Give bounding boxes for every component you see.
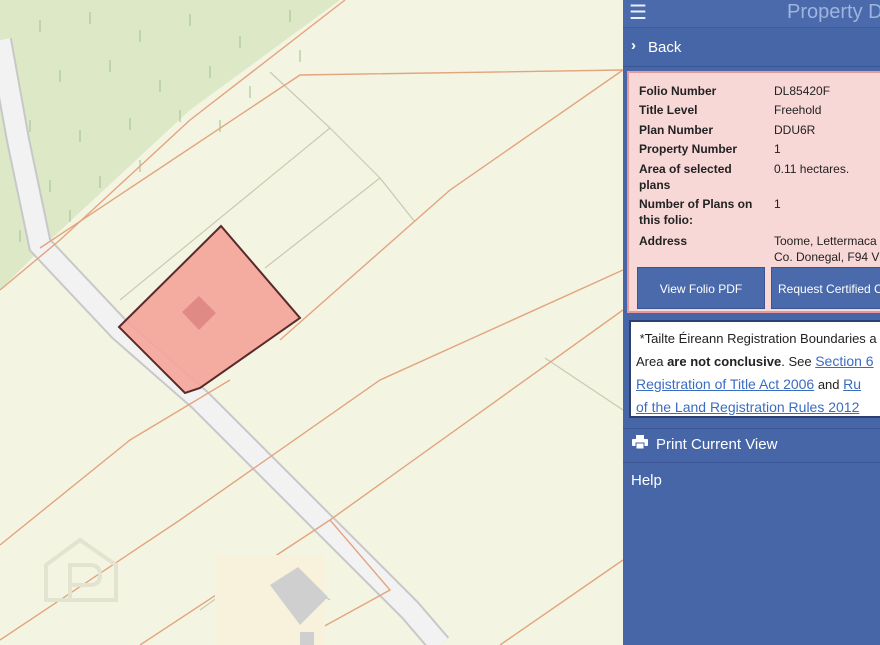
disclaimer-text: *Tailte Éireann Registration Boundaries … xyxy=(639,331,877,346)
plan-number-value: DDU6R xyxy=(774,123,816,137)
back-label: Back xyxy=(648,39,682,56)
map-canvas[interactable] xyxy=(0,0,623,645)
print-current-view-button[interactable]: Print Current View xyxy=(623,429,880,461)
plans-count-label: Number of Plans on this folio: xyxy=(639,197,753,227)
panel-header: ☰ Property D xyxy=(623,0,880,28)
folio-number-label: Folio Number xyxy=(639,84,717,98)
chevron-right-icon: › xyxy=(631,37,636,54)
property-number-label: Property Number xyxy=(639,142,738,156)
rules-link[interactable]: Ru xyxy=(843,376,861,392)
disclaimer-line-4: of the Land Registration Rules 2012 xyxy=(636,396,880,416)
disclaimer-line-3: Registration of Title Act 2006 and Ru xyxy=(636,373,880,396)
print-label: Print Current View xyxy=(656,436,778,453)
plans-count-value: 1 xyxy=(774,197,781,211)
disclaimer-line-1: *Tailte Éireann Registration Boundaries … xyxy=(636,328,880,350)
title-level-value: Freehold xyxy=(774,103,822,117)
building-small xyxy=(300,632,314,645)
section-link[interactable]: Section 6 xyxy=(815,353,873,369)
address-value: Toome, Lettermaca Co. Donegal, F94 V2 xyxy=(774,234,880,264)
disclaimer-line-2: Area are not conclusive. See Section 6 xyxy=(636,350,880,373)
request-certified-copy-button[interactable]: Request Certified C xyxy=(771,267,880,309)
plan-number-label: Plan Number xyxy=(639,123,714,137)
disclaimer-suffix: . See xyxy=(781,354,816,369)
disclaimer-prefix: Area xyxy=(636,354,668,369)
area-label: Area of selected plans xyxy=(639,162,732,192)
area-value: 0.11 hectares. xyxy=(774,162,850,176)
address-label: Address xyxy=(639,234,688,248)
help-link[interactable]: Help xyxy=(631,472,662,489)
property-panel: ☰ Property D › Back Folio Number DL85420… xyxy=(623,0,880,645)
title-level-label: Title Level xyxy=(639,103,698,117)
view-folio-pdf-button[interactable]: View Folio PDF xyxy=(637,267,765,309)
back-button[interactable]: › Back xyxy=(623,28,880,67)
disclaimer-middle: and xyxy=(814,377,844,392)
registration-act-link[interactable]: Registration of Title Act 2006 xyxy=(636,376,814,392)
map-view[interactable] xyxy=(0,0,623,645)
folio-number-value: DL85420F xyxy=(774,84,831,98)
land-registration-rules-link[interactable]: of the Land Registration Rules 2012 xyxy=(636,399,859,415)
printer-icon xyxy=(632,435,648,449)
disclaimer-box: *Tailte Éireann Registration Boundaries … xyxy=(629,320,880,418)
menu-divider-2 xyxy=(623,462,880,463)
hamburger-icon[interactable]: ☰ xyxy=(629,3,647,23)
folio-info-card: Folio Number DL85420F Title Level Freeho… xyxy=(627,71,880,313)
disclaimer-bold: are not conclusive xyxy=(667,354,782,369)
property-number-value: 1 xyxy=(774,142,781,156)
panel-title: Property D xyxy=(787,1,880,23)
